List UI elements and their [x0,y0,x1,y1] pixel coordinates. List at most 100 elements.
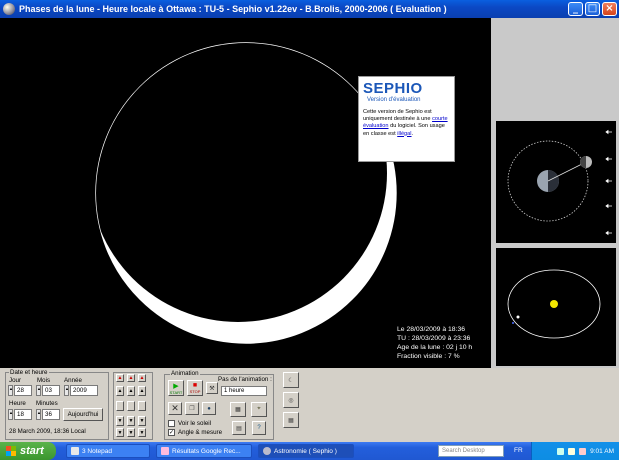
visible-fraction-line: Fraction visible : 7 % [397,353,460,360]
earth-moon-line [547,161,587,182]
cancel-button[interactable]: ✕ [168,402,182,415]
illegal-link[interactable]: illégal [397,131,411,137]
orbit-diagram[interactable] [496,121,616,243]
windows-logo-icon [6,446,16,456]
minimize-button[interactable]: _ [568,2,583,16]
local-date-line: Le 28/03/2009 à 18:36 [397,326,466,333]
moon-phase-view-button[interactable]: ☾ [283,372,299,388]
close-button[interactable]: × [602,2,617,16]
orbit-view-button[interactable]: ◎ [283,392,299,408]
step-up-2-button[interactable]: ▲ [127,386,135,396]
hour-spin-arrows[interactable]: ▲▼ [8,409,17,420]
day-spin-arrows[interactable]: ▲▼ [8,385,17,396]
wrench-icon: ⚒ [209,385,215,392]
calculator-button[interactable]: ▦ [230,402,246,417]
tray-app-icon[interactable] [579,447,587,455]
print-button[interactable]: ▤ [232,421,246,435]
maximize-button[interactable]: □ [585,2,600,16]
window-title: Phases de la lune - Heure locale à Ottaw… [19,4,447,14]
angle-measure-label: Angle & mesure [178,429,223,436]
task-sephio[interactable]: Astronomie ( Sephio ) [258,444,354,458]
animation-title: Animation [170,370,200,377]
grid-view-button[interactable]: ▦ [283,412,299,428]
year-spin-arrows[interactable]: ▲▼ [64,385,73,396]
date-group-title: Date et heure [9,369,49,376]
printer-icon: ▤ [236,425,242,432]
today-button[interactable]: Aujourd'hui [63,408,103,421]
moon-age-line: Age de la lune : 02 j 10 h [397,344,473,351]
month-label: Mois [37,377,51,384]
moon-info-readout: Le 28/03/2009 à 18:36 TU : 28/03/2009 à … [397,325,472,361]
local-time-status: 28 March 2009, 18:36 Local [9,428,86,435]
step-down-1-button[interactable]: ▼ [116,416,124,426]
year-field[interactable]: 2009 [70,385,98,396]
earth-sun-drawing [507,269,601,339]
month-field[interactable]: 03 [42,385,60,396]
globe-button[interactable]: ● [202,402,216,415]
play-icon: ▶ [173,382,179,390]
clock[interactable]: 9:01 AM [590,448,614,455]
orbit-drawing [507,129,612,236]
animation-tool-button[interactable]: ⚒ [206,382,218,394]
step-down-6-button[interactable]: ▼ [138,428,146,437]
sephio-logo: SEPHIO [363,80,423,97]
tray-volume-icon[interactable] [568,447,576,455]
tray-network-icon[interactable] [557,447,565,455]
step-up-3-button[interactable]: ▲ [138,386,146,396]
evaluation-subtitle: Version d'évaluation [367,97,421,103]
grid-icon: ▦ [288,417,294,424]
evaluation-notice: SEPHIO Version d'évaluation Cette versio… [358,76,455,162]
copy-icon: ❐ [189,406,195,412]
step-up-1-button[interactable]: ▲ [116,386,124,396]
task-google-results[interactable]: Résultats Google Rec... [156,444,252,458]
step-month-up-button[interactable]: ▲ [127,374,135,382]
moon-phase-view [0,18,491,368]
stop-icon: ■ [192,382,198,389]
minutes-field[interactable]: 36 [42,409,60,420]
language-indicator[interactable]: FR [514,447,523,454]
angle-measure-checkbox[interactable]: ✓ [168,429,175,436]
copy-button[interactable]: ❐ [185,402,199,415]
step-down-5-button[interactable]: ▼ [127,428,135,437]
hour-field[interactable]: 18 [14,409,32,420]
animation-step-select[interactable]: 1 heure [221,386,267,396]
globe-icon: ● [207,405,211,412]
desktop-search-input[interactable]: Search Desktop [438,445,504,457]
orbit-icon: ◎ [288,397,294,404]
moon-shadow-part [96,43,387,322]
notepad-icon [71,447,79,455]
moon-crescent-icon: ☾ [288,377,294,384]
year-label: Année [64,377,82,384]
start-button[interactable]: start [0,442,56,460]
step-down-3-button[interactable]: ▼ [138,416,146,426]
task-notepad[interactable]: 3 Notepad [66,444,150,458]
app-moon-icon [3,3,15,15]
window-title-bar[interactable]: Phases de la lune - Heure locale à Ottaw… [0,0,619,18]
show-sun-checkbox[interactable] [168,420,175,427]
minutes-label: Minutes [36,400,58,407]
step-mid-1-button[interactable] [116,401,124,411]
ut-date-line: TU : 28/03/2009 à 23:36 [397,335,471,342]
hour-label: Heure [9,400,26,407]
telescope-button[interactable]: ⌖ [251,402,267,417]
stop-animation-button[interactable]: ■ STOP [187,380,203,396]
step-down-2-button[interactable]: ▼ [127,416,135,426]
help-button[interactable]: ? [252,421,266,435]
sunlight-arrows [605,129,612,236]
minutes-spin-arrows[interactable]: ▲▼ [36,409,45,420]
step-year-up-button[interactable]: ▲ [116,374,124,382]
start-animation-button[interactable]: ▶ START [168,380,184,396]
step-down-4-button[interactable]: ▼ [116,428,124,437]
earth-sun-orbit-diagram[interactable] [496,248,616,366]
step-mid-3-button[interactable] [138,401,146,411]
evaluation-text: Cette version de Sephio est uniquement d… [363,108,448,137]
system-tray: 9:01 AM [531,442,619,460]
sun-icon [550,300,558,308]
earth-night-side [548,170,559,192]
step-mid-2-button[interactable] [127,401,135,411]
month-spin-arrows[interactable]: ▲▼ [36,385,45,396]
cross-icon: ✕ [171,403,179,413]
day-field[interactable]: 28 [14,385,32,396]
step-day-up-button[interactable]: ▲ [138,374,146,382]
sephio-app-icon [263,447,271,455]
